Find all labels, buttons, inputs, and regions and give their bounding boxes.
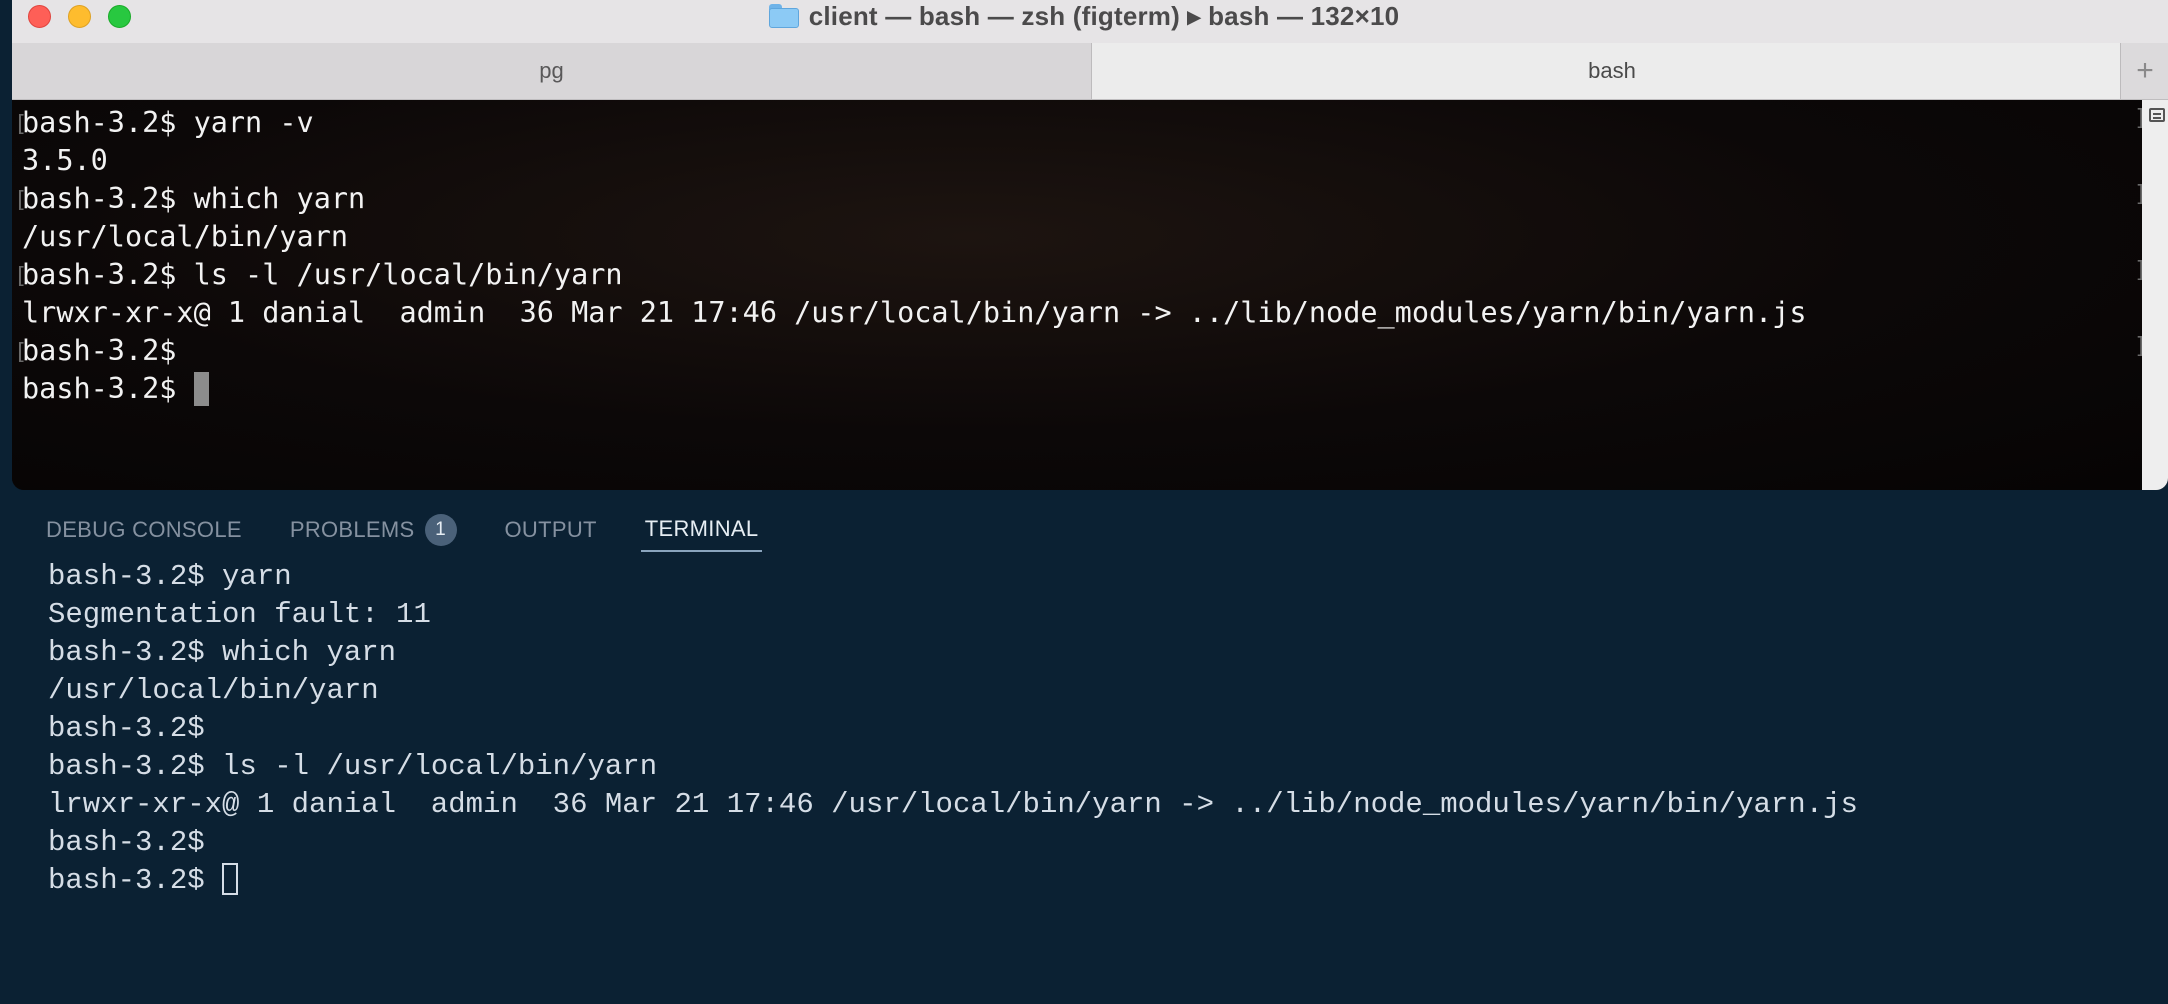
terminal-line-text: /usr/local/bin/yarn [22, 220, 349, 253]
terminal-cursor [222, 863, 239, 895]
tab-label: pg [539, 58, 564, 83]
terminal-prompt-line: bash-3.2$ [48, 862, 1858, 900]
terminal-cursor [193, 372, 209, 406]
terminal-line: bash-3.2$ yarn [48, 560, 292, 593]
window-titlebar[interactable]: client — bash — zsh (figterm) ▸ bash — 1… [12, 0, 2168, 44]
tab-bar: pg bash + [12, 43, 2168, 100]
plus-icon: + [2136, 54, 2154, 87]
tab-label: OUTPUT [504, 517, 597, 542]
folder-icon [768, 4, 799, 28]
vscode-panel: DEBUG CONSOLE PROBLEMS 1 OUTPUT TERMINAL… [0, 490, 2168, 1004]
terminal-line-text: bash-3.2$ [48, 864, 223, 897]
terminal-line-text: lrwxr-xr-x@ 1 danial admin 36 Mar 21 17:… [22, 296, 1807, 329]
tab-output[interactable]: OUTPUT [505, 508, 597, 552]
terminal-output[interactable]: [bash-3.2$ yarn -v 3.5.0 [bash-3.2$ whic… [12, 100, 2142, 490]
terminal-prompt-line: bash-3.2$ [22, 370, 2142, 408]
terminal-line-text: bash-3.2$ ls -l /usr/local/bin/yarn [22, 258, 623, 291]
tab-pg[interactable]: pg [12, 43, 1092, 99]
terminal-line: /usr/local/bin/yarn [48, 674, 379, 707]
terminal-window: client — bash — zsh (figterm) ▸ bash — 1… [12, 0, 2168, 490]
terminal-line: [bash-3.2$ which yarn [14, 180, 2142, 218]
tab-label: DEBUG CONSOLE [46, 517, 242, 542]
terminal-line: bash-3.2$ ls -l /usr/local/bin/yarn [48, 750, 658, 783]
marks-menu-icon[interactable] [2149, 108, 2165, 122]
tab-label: TERMINAL [644, 516, 759, 541]
terminal-line: lrwxr-xr-x@ 1 danial admin 36 Mar 21 17:… [22, 294, 2142, 332]
terminal-line-text: bash-3.2$ [22, 334, 177, 367]
terminal-line-text: 3.5.0 [22, 144, 108, 177]
problems-count-badge: 1 [424, 514, 457, 546]
terminal-line-text: bash-3.2$ [22, 372, 194, 405]
terminal-line: bash-3.2$ which yarn [48, 636, 397, 669]
tab-debug-console[interactable]: DEBUG CONSOLE [46, 508, 242, 552]
terminal-line: 3.5.0 [22, 142, 2142, 180]
terminal-line: [bash-3.2$ ls -l /usr/local/bin/yarn [14, 256, 2142, 294]
window-title: client — bash — zsh (figterm) ▸ bash — 1… [808, 0, 1400, 31]
mark-bracket-icon: [ [14, 188, 28, 213]
terminal-line: [bash-3.2$ [14, 332, 2142, 370]
tab-terminal[interactable]: TERMINAL [640, 508, 763, 552]
mark-bracket-icon: [ [14, 340, 28, 365]
tab-label: bash [1588, 58, 1636, 83]
tab-problems[interactable]: PROBLEMS 1 [290, 508, 457, 552]
terminal-line: bash-3.2$ [48, 712, 205, 745]
terminal-line-text: bash-3.2$ which yarn [22, 182, 366, 215]
terminal-line: /usr/local/bin/yarn [22, 218, 2142, 256]
terminal-line: [bash-3.2$ yarn -v [14, 104, 2142, 142]
tab-label: PROBLEMS [289, 517, 415, 542]
mark-bracket-icon: [ [14, 264, 28, 289]
terminal-line-text: bash-3.2$ yarn -v [22, 106, 314, 139]
terminal-line: lrwxr-xr-x@ 1 danial admin 36 Mar 21 17:… [48, 788, 1858, 821]
tab-bash[interactable]: bash [1092, 43, 2132, 99]
panel-tab-bar: DEBUG CONSOLE PROBLEMS 1 OUTPUT TERMINAL [46, 508, 810, 552]
window-title-group: client — bash — zsh (figterm) ▸ bash — 1… [12, 0, 2168, 32]
terminal-scrollbar[interactable] [2142, 100, 2168, 490]
terminal-line: Segmentation fault: 11 [48, 598, 431, 631]
new-tab-button[interactable]: + [2120, 43, 2168, 99]
integrated-terminal[interactable]: bash-3.2$ yarn Segmentation fault: 11 ba… [48, 558, 1858, 900]
terminal-line: bash-3.2$ [48, 826, 205, 859]
mark-bracket-icon: [ [14, 112, 28, 137]
